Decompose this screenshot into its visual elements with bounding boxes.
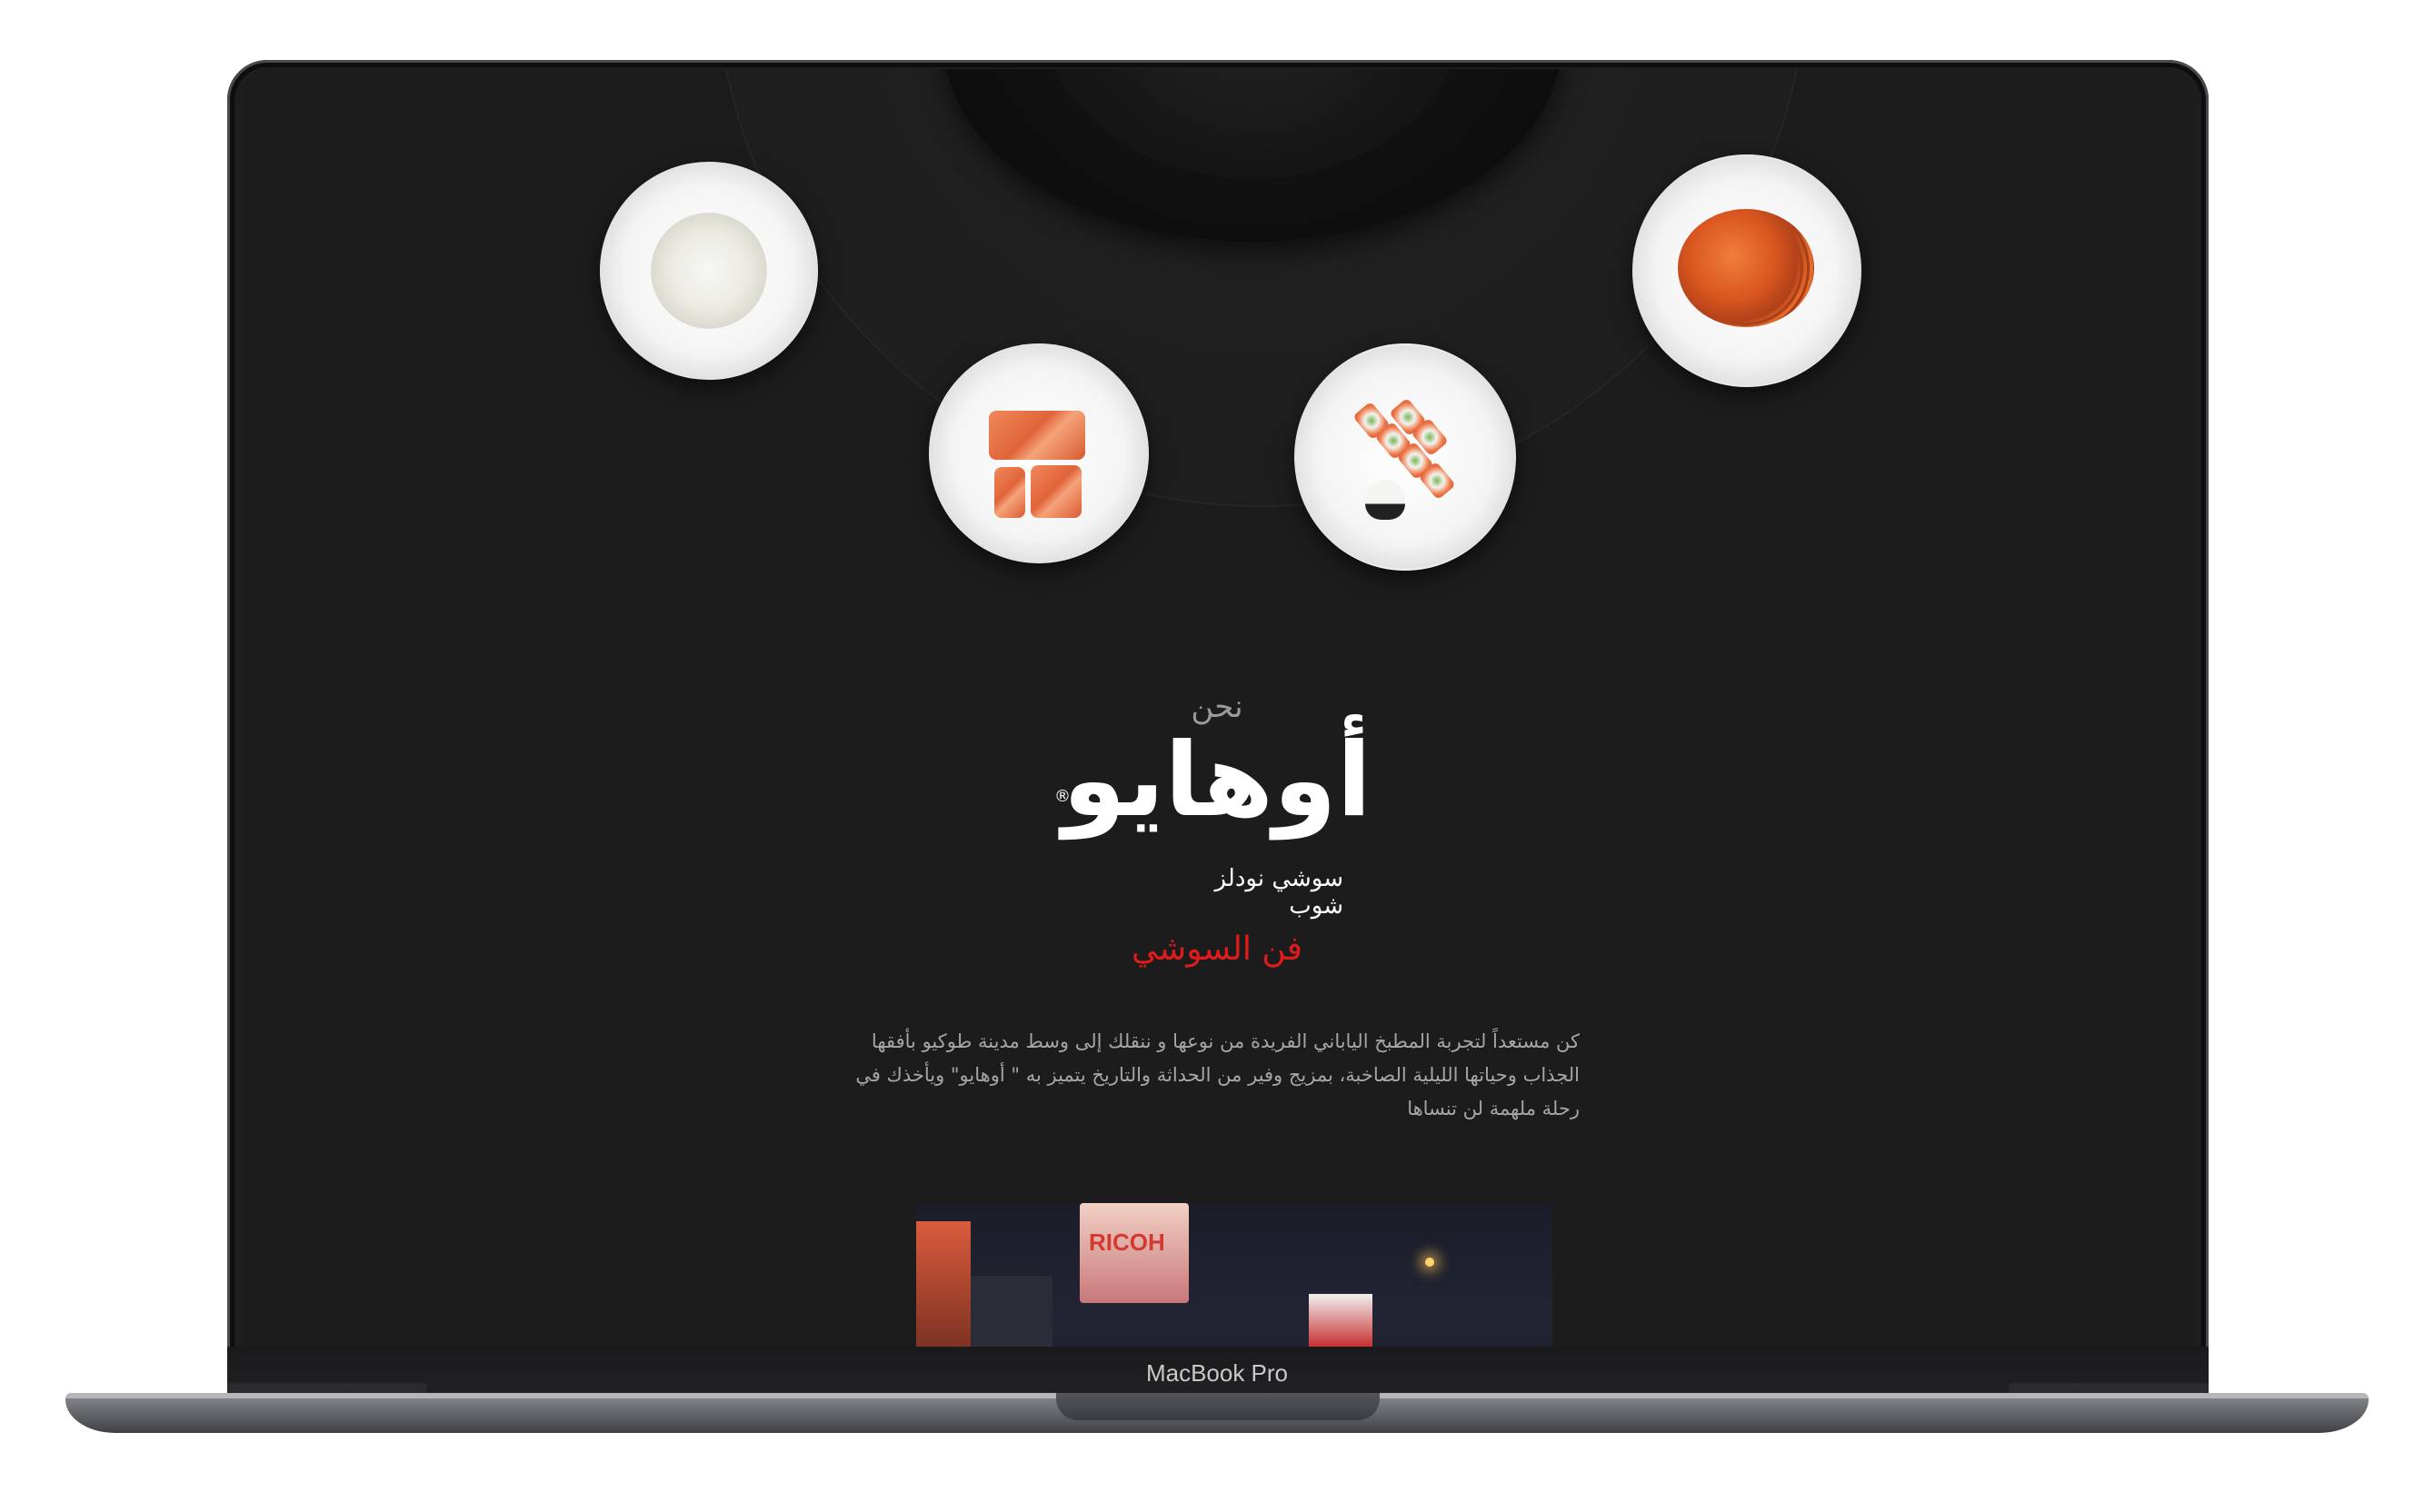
tokyo-night-photo: RICOH [916, 1203, 1552, 1347]
building [971, 1276, 1052, 1347]
rice-food [651, 213, 767, 329]
onigiri-food [1365, 480, 1405, 520]
pre-title: نحن [1191, 689, 1243, 725]
logo-subtitle: سوشي نودلز شوب [1162, 865, 1343, 920]
sushi-plate[interactable] [1294, 343, 1516, 571]
section-title: فن السوشي [1132, 930, 1302, 968]
neon-sign-right [1309, 1294, 1372, 1347]
lid-opening-notch [1056, 1393, 1380, 1420]
salmon-food [1031, 465, 1082, 518]
rice-plate[interactable] [600, 162, 818, 380]
noodles-food [1678, 209, 1814, 327]
laptop-screen: نحن أوهايو ® سوشي نودلز شوب فن السوشي كن… [244, 69, 2190, 1347]
brand-logo[interactable]: أوهايو [244, 721, 2190, 840]
ricoh-sign: RICOH [1080, 1203, 1189, 1303]
salmon-plate[interactable] [929, 343, 1149, 563]
neon-sign-left [916, 1221, 971, 1347]
salmon-food [994, 467, 1025, 518]
street-lamp [1425, 1258, 1434, 1267]
logo-subtitle-line1: سوشي نودلز [1214, 865, 1343, 892]
logo-subtitle-line2: شوب [1289, 892, 1343, 920]
noodles-plate[interactable] [1632, 154, 1861, 387]
intro-paragraph: كن مستعداً لتجربة المطبخ الياباني الفريد… [855, 1030, 1580, 1119]
salmon-food [989, 411, 1085, 460]
ricoh-sign-text: RICOH [1089, 1228, 1165, 1256]
registered-mark: ® [1054, 787, 1071, 806]
